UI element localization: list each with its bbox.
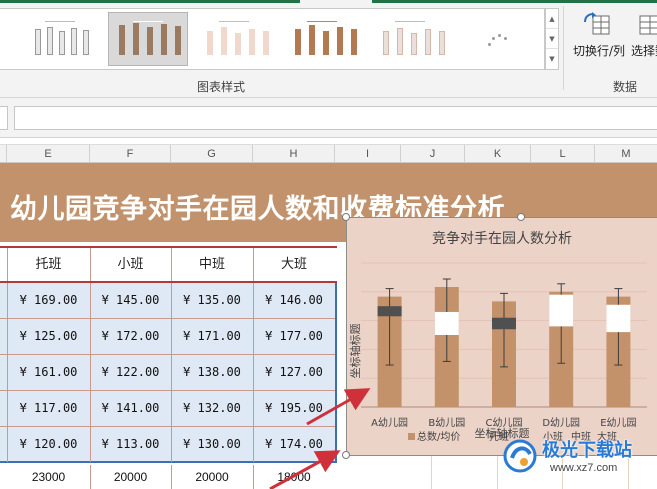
table-cell[interactable]: ¥ 161.00 bbox=[7, 355, 90, 390]
chart-area[interactable]: 竞争对手在园人数分析 A幼儿园 B幼儿园 C幼儿园 D幼儿园 E幼儿园 坐标轴标题 坐标轴标题… bbox=[347, 217, 657, 456]
table-cell[interactable]: ¥ 122.00 bbox=[90, 355, 171, 390]
resize-handle[interactable] bbox=[517, 213, 525, 221]
price-table-body: ¥ 169.00 ¥ 145.00 ¥ 135.00 ¥ 146.00 ¥ 12… bbox=[0, 283, 337, 463]
x-tick-label: A幼儿园 bbox=[371, 416, 408, 429]
column-headers: E F G H I J K L M bbox=[0, 144, 657, 163]
y-axis-title: 坐标轴标题 bbox=[348, 324, 362, 379]
table-row: ¥ 120.00 ¥ 113.00 ¥ 130.00 ¥ 174.00 bbox=[0, 427, 335, 463]
column-header[interactable]: H bbox=[253, 145, 335, 163]
ribbon: ▲ ▼ ▼ 图表样式 切换行/列 选择数 数据 bbox=[0, 0, 657, 98]
table-cell[interactable]: ¥ 141.00 bbox=[90, 391, 171, 426]
column-header[interactable]: K bbox=[465, 145, 531, 163]
table-cell[interactable]: ¥ 130.00 bbox=[171, 427, 253, 462]
table-cell[interactable]: ¥ 113.00 bbox=[90, 427, 171, 462]
chart-styles-group-label: 图表样式 bbox=[197, 80, 246, 94]
table-row: ¥ 125.00 ¥ 172.00 ¥ 171.00 ¥ 177.00 bbox=[0, 319, 335, 355]
table-cell[interactable]: ¥ 138.00 bbox=[171, 355, 253, 390]
ribbon-accent bbox=[372, 0, 657, 3]
loading-spinner-icon bbox=[486, 31, 512, 51]
chart-title: 竞争对手在园人数分析 bbox=[432, 230, 572, 247]
column-header[interactable]: L bbox=[531, 145, 595, 163]
chart-styles-gallery bbox=[0, 8, 545, 70]
table-row: ¥ 161.00 ¥ 122.00 ¥ 138.00 ¥ 127.00 bbox=[0, 355, 335, 391]
chart-style-thumbnail[interactable] bbox=[20, 12, 100, 66]
column-header[interactable]: E bbox=[7, 145, 90, 163]
x-tick-label: B幼儿园 bbox=[428, 416, 465, 429]
total-cell[interactable]: 23000 bbox=[7, 465, 90, 489]
table-cell[interactable]: ¥ 125.00 bbox=[7, 319, 90, 354]
x-tick-label: E幼儿园 bbox=[600, 416, 636, 429]
table-cell[interactable]: ¥ 132.00 bbox=[171, 391, 253, 426]
table-cell[interactable]: ¥ 174.00 bbox=[253, 427, 335, 462]
competitor-chart[interactable]: 竞争对手在园人数分析A幼儿园 B幼儿园 C幼儿园 D幼儿园 E幼儿园坐标轴标题坐标轴标题… bbox=[347, 217, 657, 456]
total-cell[interactable]: 20000 bbox=[171, 465, 253, 489]
table-cell[interactable]: ¥ 120.00 bbox=[7, 427, 90, 462]
switch-row-column-label: 切换行/列 bbox=[573, 44, 626, 58]
switch-row-column-button[interactable]: 切换行/列 bbox=[567, 8, 629, 64]
table-cell[interactable]: ¥ 135.00 bbox=[171, 283, 253, 318]
legend-entry: 总数/均价 bbox=[417, 430, 460, 443]
gallery-up-icon[interactable]: ▲ bbox=[546, 9, 558, 29]
column-header[interactable]: I bbox=[335, 145, 401, 163]
table-cell[interactable]: ¥ 171.00 bbox=[171, 319, 253, 354]
formula-input[interactable] bbox=[14, 106, 657, 130]
header-cell-toddler[interactable]: 托班 bbox=[7, 248, 90, 281]
chart-style-thumbnail-selected[interactable] bbox=[108, 12, 188, 66]
select-data-button[interactable]: 选择数 bbox=[628, 8, 657, 64]
watermark-text: 极光下载站 bbox=[542, 440, 632, 461]
data-group-label: 数据 bbox=[613, 80, 638, 94]
aurora-logo-icon bbox=[503, 439, 537, 473]
table-cell[interactable]: ¥ 146.00 bbox=[253, 283, 335, 318]
select-data-icon bbox=[639, 15, 657, 35]
switch-row-column-icon bbox=[584, 12, 610, 35]
chart-box bbox=[606, 304, 631, 333]
gallery-scroll: ▲ ▼ ▼ bbox=[545, 8, 559, 70]
chart-style-thumbnail[interactable] bbox=[194, 12, 274, 66]
column-header[interactable]: M bbox=[595, 145, 657, 163]
table-cell[interactable]: ¥ 145.00 bbox=[90, 283, 171, 318]
table-row: ¥ 117.00 ¥ 141.00 ¥ 132.00 ¥ 195.00 bbox=[0, 391, 335, 427]
resize-handle[interactable] bbox=[342, 213, 350, 221]
column-header[interactable]: G bbox=[171, 145, 253, 163]
table-cell[interactable]: ¥ 177.00 bbox=[253, 319, 335, 354]
table-cell[interactable]: ¥ 195.00 bbox=[253, 391, 335, 426]
price-table-header: 托班 小班 中班 大班 bbox=[0, 246, 337, 283]
gallery-more-icon[interactable]: ▼ bbox=[546, 49, 558, 69]
column-header[interactable]: F bbox=[90, 145, 171, 163]
gallery-down-icon[interactable]: ▼ bbox=[546, 29, 558, 49]
header-cell-middle[interactable]: 中班 bbox=[171, 248, 253, 281]
table-cell[interactable]: ¥ 127.00 bbox=[253, 355, 335, 390]
name-box[interactable] bbox=[0, 106, 8, 130]
column-header-partial[interactable] bbox=[0, 145, 7, 163]
resize-handle[interactable] bbox=[342, 451, 350, 459]
watermark-url: www.xz7.com bbox=[550, 462, 618, 474]
header-cell-large[interactable]: 大班 bbox=[253, 248, 335, 281]
formula-bar bbox=[0, 98, 657, 138]
table-cell[interactable]: ¥ 117.00 bbox=[7, 391, 90, 426]
ribbon-accent bbox=[0, 0, 300, 3]
chart-box bbox=[377, 306, 402, 317]
chart-box bbox=[434, 311, 459, 335]
table-cell[interactable]: ¥ 169.00 bbox=[7, 283, 90, 318]
total-cell[interactable]: 18000 bbox=[253, 465, 335, 489]
table-cell[interactable]: ¥ 172.00 bbox=[90, 319, 171, 354]
ribbon-separator bbox=[563, 6, 564, 90]
chart-box bbox=[492, 317, 516, 330]
select-data-label: 选择数 bbox=[631, 44, 657, 58]
watermark: 极光下载站 www.xz7.com bbox=[498, 432, 657, 482]
header-cell-small[interactable]: 小班 bbox=[90, 248, 171, 281]
chart-style-thumbnail[interactable] bbox=[282, 12, 362, 66]
legend-swatch bbox=[408, 433, 415, 440]
table-row: ¥ 169.00 ¥ 145.00 ¥ 135.00 ¥ 146.00 bbox=[0, 283, 335, 319]
column-header[interactable]: J bbox=[401, 145, 465, 163]
total-cell[interactable]: 20000 bbox=[90, 465, 171, 489]
totals-row: 23000 20000 20000 18000 bbox=[0, 465, 337, 489]
x-tick-label: D幼儿园 bbox=[542, 416, 580, 429]
chart-style-thumbnail[interactable] bbox=[370, 12, 450, 66]
chart-box bbox=[549, 294, 574, 327]
